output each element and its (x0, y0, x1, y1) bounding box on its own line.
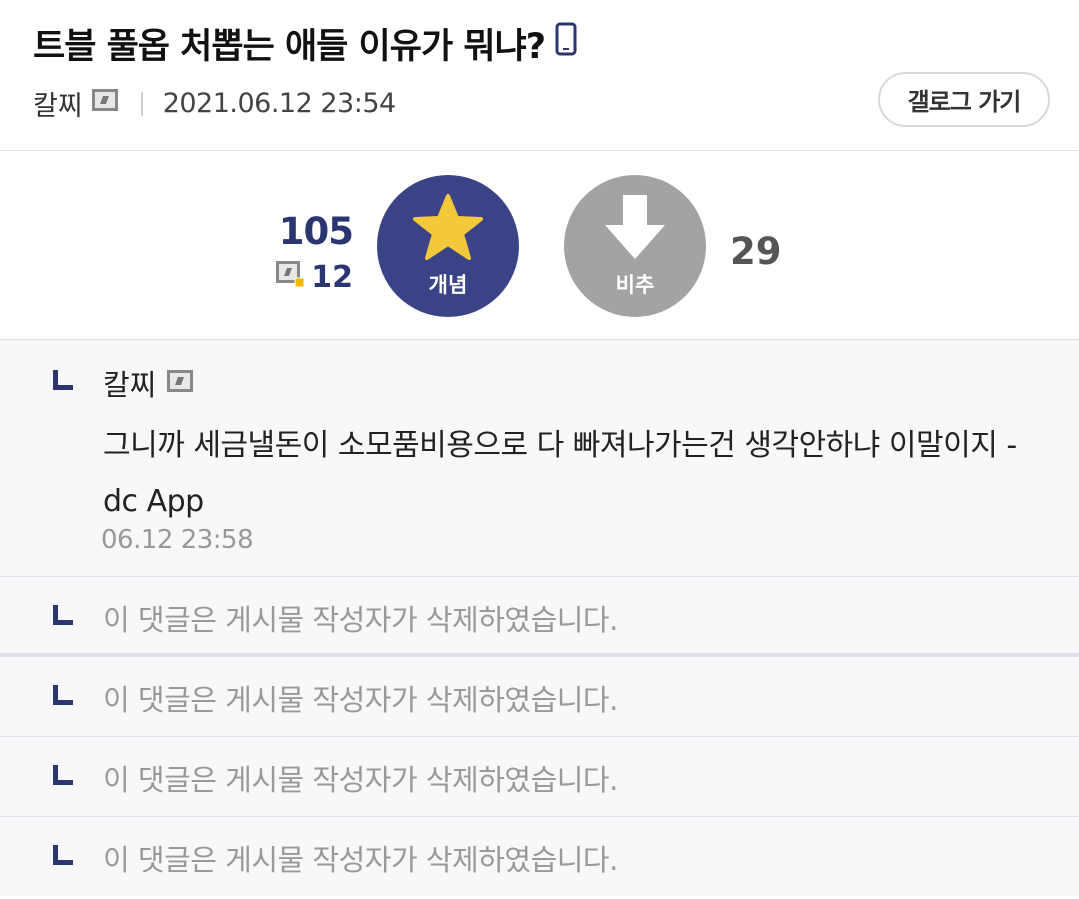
post-header: 트블 풀옵 처뽑는 애들 이유가 뭐냐? 칼찌 2021.06.12 23:54… (0, 0, 1079, 151)
fixed-nick-icon (166, 366, 194, 400)
deleted-reply-item: 이 댓글은 게시물 작성자가 삭제하였습니다. (0, 736, 1079, 816)
upvote-label: 개념 (428, 273, 468, 297)
deleted-reply-text: 이 댓글은 게시물 작성자가 삭제하였습니다. (103, 843, 618, 877)
reply-branch-icon (53, 685, 73, 705)
post-title-row: 트블 풀옵 처뽑는 애들 이유가 뭐냐? (33, 18, 577, 69)
star-icon (412, 193, 484, 265)
reply-branch-icon (53, 605, 73, 625)
down-arrow-icon (602, 193, 668, 265)
deleted-reply-item: 이 댓글은 게시물 작성자가 삭제하였습니다. (0, 576, 1079, 656)
post-author[interactable]: 칼찌 (33, 84, 83, 123)
reply-branch-icon (53, 765, 73, 785)
reply-list: 칼찌 그니까 세금낼돈이 소모품비용으로 다 빠져나가는건 생각안하냐 이말이지… (0, 339, 1079, 896)
upvote-count: 105 (278, 210, 354, 253)
downvote-button[interactable]: 비추 (564, 175, 706, 317)
downvote-label: 비추 (615, 273, 655, 297)
post-date: 2021.06.12 23:54 (162, 88, 396, 119)
reply-body: 그니까 세금낼돈이 소모품비용으로 다 빠져나가는건 생각안하냐 이말이지 - … (103, 428, 1017, 519)
fixed-upvote-count: 12 (275, 258, 353, 296)
upvote-button[interactable]: 개념 (377, 175, 519, 317)
reply-branch-icon (53, 370, 73, 390)
deleted-reply-item: 이 댓글은 게시물 작성자가 삭제하였습니다. (0, 816, 1079, 896)
reply-author-row: 칼찌 (103, 362, 194, 404)
vote-section: 105 12 개념 비추 29 (0, 152, 1079, 339)
downvote-count: 29 (730, 230, 782, 273)
deleted-reply-text: 이 댓글은 게시물 작성자가 삭제하였습니다. (103, 763, 618, 797)
fixed-upvote-number: 12 (311, 259, 353, 295)
post-meta: 칼찌 2021.06.12 23:54 (33, 84, 396, 123)
fixed-nick-icon (275, 258, 305, 296)
mobile-phone-icon (555, 22, 577, 65)
reply-time: 06.12 23:58 (101, 525, 254, 555)
reply-branch-icon (53, 845, 73, 865)
reply-item: 칼찌 그니까 세금낼돈이 소모품비용으로 다 빠져나가는건 생각안하냐 이말이지… (0, 339, 1079, 576)
meta-divider (140, 91, 143, 116)
post-title: 트블 풀옵 처뽑는 애들 이유가 뭐냐? (33, 27, 546, 67)
gallog-button[interactable]: 갤로그 가기 (878, 72, 1050, 127)
fixed-nick-icon (91, 88, 119, 119)
reply-author[interactable]: 칼찌 (103, 362, 156, 404)
deleted-reply-item: 이 댓글은 게시물 작성자가 삭제하였습니다. (0, 656, 1079, 736)
deleted-reply-text: 이 댓글은 게시물 작성자가 삭제하였습니다. (103, 603, 618, 637)
deleted-reply-text: 이 댓글은 게시물 작성자가 삭제하였습니다. (103, 683, 618, 717)
